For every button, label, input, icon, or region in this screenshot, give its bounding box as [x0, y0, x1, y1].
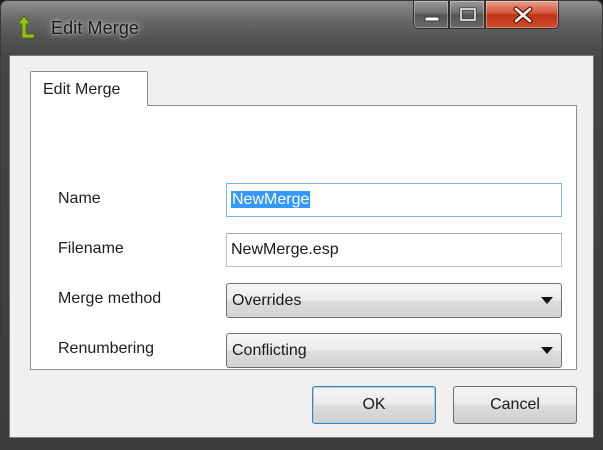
chevron-down-icon — [541, 297, 553, 304]
tab-edit-merge[interactable]: Edit Merge — [30, 71, 148, 106]
window-title: Edit Merge — [51, 18, 140, 38]
merge-method-label: Merge method — [58, 290, 162, 307]
merge-method-select[interactable]: Overrides — [226, 283, 562, 318]
name-input[interactable]: NewMerge — [226, 183, 562, 217]
title-bar[interactable]: Edit Merge — [1, 1, 602, 55]
maximize-button[interactable] — [449, 1, 485, 29]
edit-merge-dialog: Edit Merge Edit Merge Name NewMerge File… — [0, 0, 603, 450]
minimize-icon — [424, 16, 440, 22]
filename-label: Filename — [58, 240, 124, 257]
ok-button[interactable]: OK — [312, 386, 436, 424]
green-up-arrow-icon — [17, 15, 35, 39]
cancel-button[interactable]: Cancel — [453, 386, 577, 424]
close-button[interactable] — [485, 1, 559, 29]
name-label: Name — [58, 190, 101, 207]
maximize-icon — [459, 7, 477, 22]
renumbering-select[interactable]: Conflicting — [226, 333, 562, 368]
merge-method-value: Overrides — [232, 292, 302, 309]
dialog-client-area: Edit Merge Name NewMerge Filename NewMer… — [9, 55, 594, 438]
filename-input[interactable]: NewMerge.esp — [226, 233, 562, 267]
renumbering-label: Renumbering — [58, 340, 155, 357]
tab-panel: Name NewMerge Filename NewMerge.esp Merg… — [30, 105, 577, 370]
close-icon — [513, 6, 533, 24]
chevron-down-icon — [541, 347, 553, 354]
name-input-value: NewMerge — [231, 191, 311, 208]
tab-label: Edit Merge — [43, 81, 121, 98]
minimize-button[interactable] — [413, 1, 449, 29]
renumbering-value: Conflicting — [232, 342, 307, 359]
